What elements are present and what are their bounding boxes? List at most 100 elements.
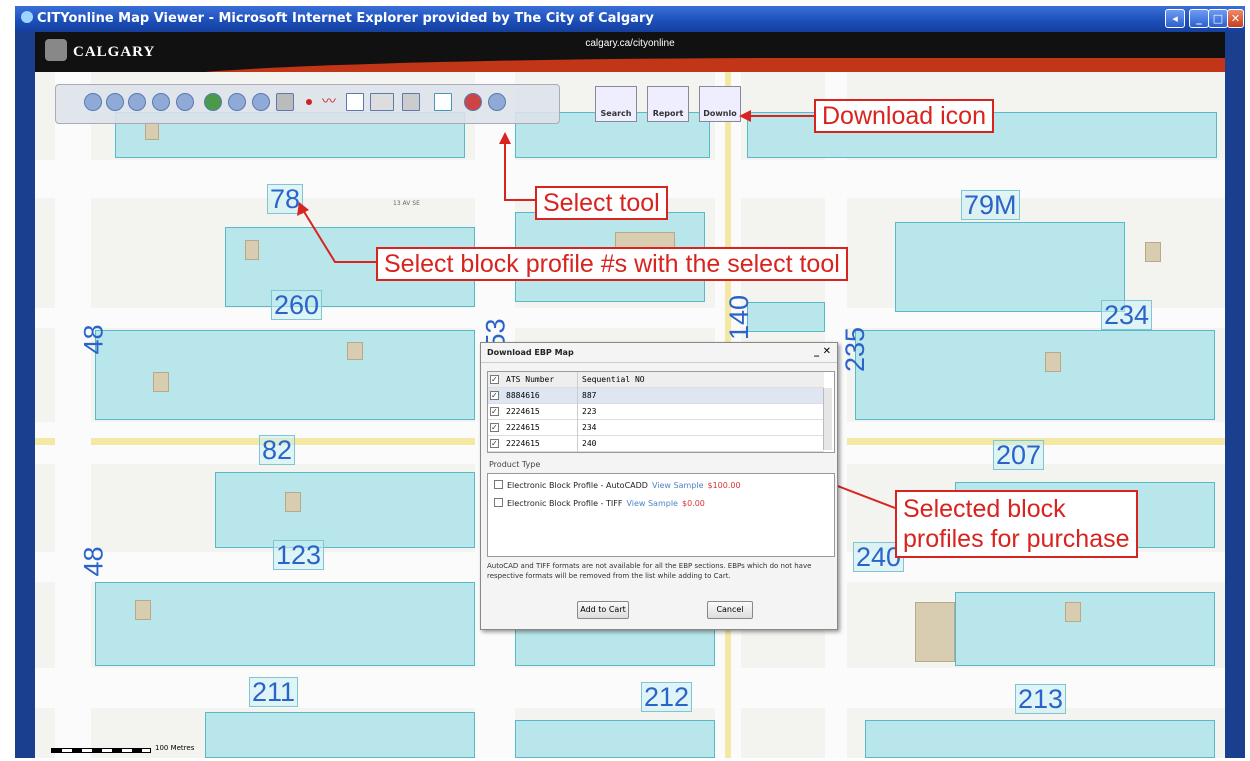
block-number[interactable]: 260 [271, 290, 323, 320]
building [145, 122, 159, 140]
globe-icon[interactable] [204, 93, 222, 111]
select-tool-icon[interactable] [434, 93, 452, 111]
building [347, 342, 363, 360]
building [1065, 602, 1081, 622]
line-icon[interactable]: 〰 [322, 93, 340, 111]
table-scrollbar[interactable] [823, 388, 832, 450]
product-list: Electronic Block Profile - AutoCADD View … [487, 473, 835, 557]
price: $0.00 [681, 499, 705, 508]
parcel-block[interactable] [855, 330, 1215, 420]
annotation-selected-block: Selected block profiles for purchase [895, 490, 1138, 558]
block-number[interactable]: 123 [273, 540, 325, 570]
annotation-download-icon: Download icon [814, 99, 994, 133]
block-number[interactable]: 234 [1101, 300, 1153, 330]
view-sample-link[interactable]: View Sample [626, 499, 678, 508]
price: $100.00 [707, 481, 741, 490]
parcel-block[interactable] [865, 720, 1215, 758]
parcel-block[interactable] [95, 582, 475, 666]
annotation-select-block: Select block profile #s with the select … [376, 247, 848, 281]
block-number-vertical[interactable]: 48 [79, 546, 110, 576]
column-header[interactable]: Sequential NO [580, 372, 645, 388]
view-sample-link[interactable]: View Sample [652, 481, 704, 490]
map-toolbar: 〰 [55, 84, 560, 124]
building [1145, 242, 1161, 262]
column-header[interactable]: ATS Number [504, 372, 578, 388]
window-menu-button[interactable]: ◂ [1165, 9, 1185, 28]
parcel-block[interactable] [895, 222, 1125, 312]
block-number-vertical[interactable]: 140 [724, 295, 755, 340]
help-icon[interactable] [488, 93, 506, 111]
back-icon[interactable] [152, 93, 170, 111]
dialog-close-button[interactable]: _ ✕ [814, 346, 831, 357]
measure-icon[interactable] [464, 93, 482, 111]
parcel-block[interactable] [955, 592, 1215, 666]
parcel-block[interactable] [205, 712, 475, 758]
block-number[interactable]: 79M [961, 190, 1020, 220]
ruler-icon[interactable] [370, 93, 394, 111]
download-ebp-dialog: Download EBP Map _ ✕ ✓ ATS Number Sequen… [480, 342, 838, 630]
block-number[interactable]: 207 [993, 440, 1045, 470]
block-number[interactable]: 211 [249, 677, 299, 707]
product-option[interactable]: Electronic Block Profile - TIFF View Samp… [494, 498, 705, 508]
window-titlebar: CITYonline Map Viewer - Microsoft Intern… [15, 6, 1245, 32]
pan-hand-icon[interactable] [128, 93, 146, 111]
select-all-checkbox[interactable]: ✓ [490, 375, 499, 384]
product-checkbox[interactable] [494, 480, 503, 489]
zoom-out-icon[interactable] [106, 93, 124, 111]
download-button[interactable]: Downlo [699, 86, 741, 122]
map-canvas[interactable]: 78 260 82 123 211 212 213 79M 234 207 24… [35, 72, 1225, 758]
table-row[interactable]: ✓ 2224615 240 [488, 436, 824, 452]
forward-icon[interactable] [176, 93, 194, 111]
search-button[interactable]: Search [595, 86, 637, 122]
block-number-vertical[interactable]: 48 [79, 324, 110, 354]
pencil-icon[interactable] [402, 93, 420, 111]
table-header: ✓ ATS Number Sequential NO [488, 372, 824, 388]
banner-swoosh [145, 58, 1225, 72]
street-label: 13 AV SE [393, 200, 420, 207]
city-banner: CALGARY calgary.ca/cityonline [35, 32, 1225, 72]
row-checkbox[interactable]: ✓ [490, 391, 499, 400]
annotation-select-tool: Select tool [535, 186, 668, 220]
row-checkbox[interactable]: ✓ [490, 407, 499, 416]
close-button[interactable]: ✕ [1227, 9, 1244, 28]
dialog-title: Download EBP Map [481, 343, 837, 363]
table-row[interactable]: ✓ 2224615 223 [488, 404, 824, 420]
row-checkbox[interactable]: ✓ [490, 423, 499, 432]
table-row[interactable]: ✓ 2224615 234 [488, 420, 824, 436]
building [153, 372, 169, 392]
parcel-block[interactable] [95, 330, 475, 420]
block-number[interactable]: 82 [259, 435, 296, 465]
block-number[interactable]: 78 [267, 184, 304, 214]
search-map-icon[interactable] [228, 93, 246, 111]
dialog-note: AutoCAD and TIFF formats are not availab… [487, 562, 812, 580]
refresh-icon[interactable] [252, 93, 270, 111]
report-button[interactable]: Report [647, 86, 689, 122]
envelope-icon[interactable] [346, 93, 364, 111]
add-to-cart-button[interactable]: Add to Cart [577, 601, 629, 619]
parcel-block[interactable] [747, 302, 825, 332]
annotation-line: Selected block [903, 495, 1066, 523]
print-icon[interactable] [276, 93, 294, 111]
building [245, 240, 259, 260]
block-number-vertical[interactable]: 235 [840, 327, 871, 372]
product-checkbox[interactable] [494, 498, 503, 507]
cancel-button[interactable]: Cancel [707, 601, 753, 619]
minimize-button[interactable]: _ [1189, 9, 1209, 28]
road [55, 72, 91, 758]
block-number[interactable]: 212 [641, 682, 693, 712]
maximize-button[interactable]: □ [1208, 9, 1228, 28]
block-number[interactable]: 213 [1015, 684, 1067, 714]
building [915, 602, 955, 662]
parcel-block[interactable] [515, 720, 715, 758]
ebp-table: ✓ ATS Number Sequential NO ✓ 8884616 887… [487, 371, 835, 453]
table-row[interactable]: ✓ 8884616 887 [488, 388, 824, 404]
zoom-in-icon[interactable] [84, 93, 102, 111]
point-icon[interactable] [306, 99, 312, 105]
product-type-label: Product Type [489, 460, 541, 469]
building [135, 600, 151, 620]
parcel-block[interactable] [215, 472, 475, 548]
banner-url: calgary.ca/cityonline [585, 38, 675, 49]
window-title: CITYonline Map Viewer - Microsoft Intern… [37, 11, 654, 26]
product-option[interactable]: Electronic Block Profile - AutoCADD View … [494, 480, 741, 490]
row-checkbox[interactable]: ✓ [490, 439, 499, 448]
